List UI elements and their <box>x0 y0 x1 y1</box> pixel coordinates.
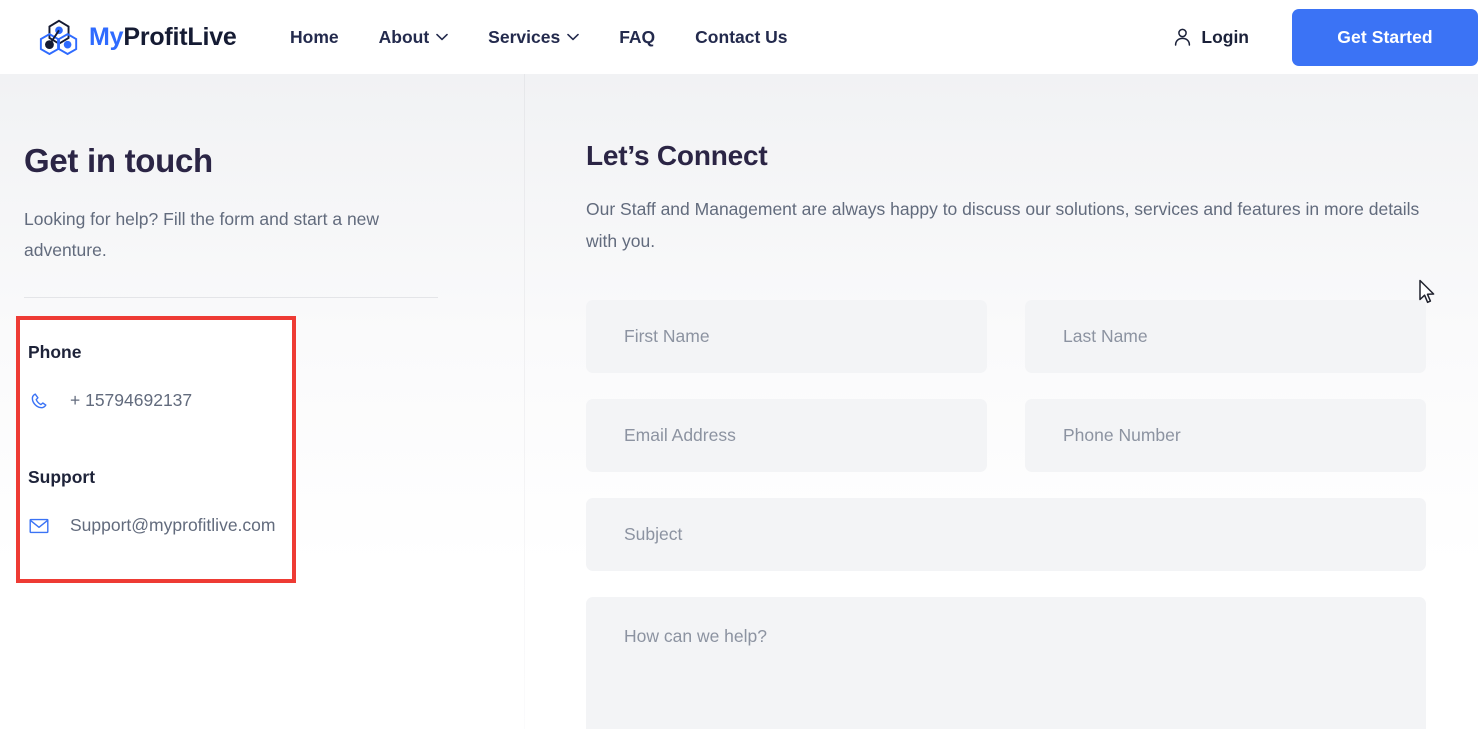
envelope-icon <box>28 518 50 534</box>
contact-form <box>586 300 1428 729</box>
page-title: Get in touch <box>24 142 213 179</box>
last-name-input[interactable] <box>1025 300 1426 373</box>
support-heading: Support <box>28 467 96 487</box>
first-name-input[interactable] <box>586 300 987 373</box>
nav-label: Services <box>488 26 561 47</box>
nav-label: Home <box>290 26 339 47</box>
user-account-icon <box>1175 28 1191 46</box>
form-row-name <box>586 300 1428 373</box>
form-subtitle: Our Staff and Management are always happ… <box>586 199 1420 251</box>
chevron-down-icon <box>436 33 448 41</box>
nav-label: Contact Us <box>695 26 788 47</box>
column-divider <box>524 74 525 729</box>
phone-heading: Phone <box>28 342 82 362</box>
header-actions: Login Get Started <box>1173 0 1478 74</box>
phone-value: + 15794692137 <box>70 390 193 410</box>
section-divider <box>24 297 438 298</box>
support-email-row[interactable]: Support@myprofitlive.com <box>28 515 275 536</box>
login-button[interactable]: Login <box>1173 27 1249 48</box>
message-textarea[interactable] <box>586 597 1426 729</box>
email-input[interactable] <box>586 399 987 472</box>
nav-item-faq[interactable]: FAQ <box>599 0 675 74</box>
contact-info-column: Get in touch Looking for help? Fill the … <box>24 74 494 298</box>
contact-page: MyProfitLive Home About Services FAQ Con… <box>0 0 1478 729</box>
nav-item-home[interactable]: Home <box>270 0 359 74</box>
nav-item-contact-us[interactable]: Contact Us <box>675 0 807 74</box>
logo-wordmark: MyProfitLive <box>89 23 237 52</box>
chevron-down-icon <box>567 33 579 41</box>
nav-item-about[interactable]: About <box>359 0 469 74</box>
hexagon-nodes-logo-icon <box>39 19 78 56</box>
nav-label: About <box>378 26 430 47</box>
phone-row[interactable]: + 15794692137 <box>28 390 192 411</box>
phone-input[interactable] <box>1025 399 1426 472</box>
login-label: Login <box>1201 26 1249 47</box>
form-row-message <box>586 597 1428 729</box>
contact-details-box: Phone + 15794692137 Support Support@mypr… <box>16 316 296 583</box>
support-email-value: Support@myprofitlive.com <box>70 515 276 535</box>
site-logo[interactable]: MyProfitLive <box>38 14 237 60</box>
page-subtitle: Looking for help? Fill the form and star… <box>24 209 380 260</box>
main-navigation: Home About Services FAQ Contact Us <box>270 0 808 74</box>
site-header: MyProfitLive Home About Services FAQ Con… <box>0 0 1478 74</box>
subject-input[interactable] <box>586 498 1426 571</box>
form-row-contact <box>586 399 1428 472</box>
form-title: Let’s Connect <box>586 140 768 171</box>
logo-text-primary: My <box>89 22 124 51</box>
contact-form-column: Let’s Connect Our Staff and Management a… <box>586 74 1428 729</box>
get-started-button[interactable]: Get Started <box>1292 8 1478 66</box>
phone-icon <box>28 391 50 411</box>
nav-item-services[interactable]: Services <box>468 0 599 74</box>
logo-text-secondary: ProfitLive <box>123 22 237 51</box>
form-row-subject <box>586 498 1428 571</box>
nav-label: FAQ <box>619 26 656 47</box>
